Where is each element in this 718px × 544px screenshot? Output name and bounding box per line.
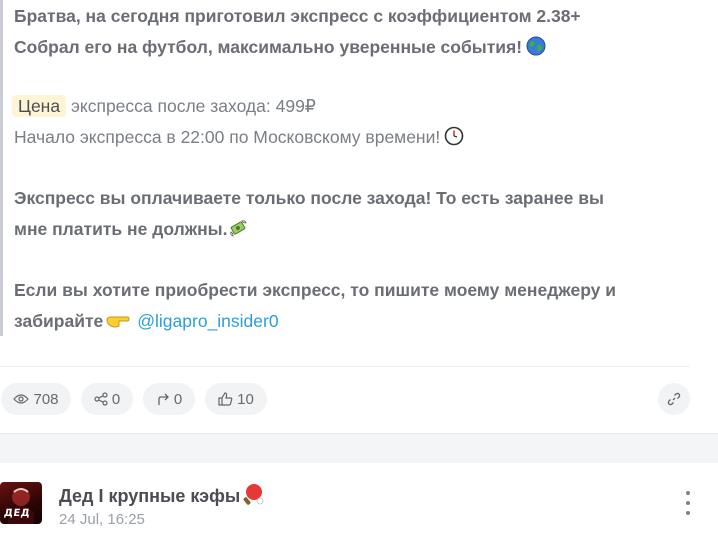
globe-icon bbox=[526, 36, 546, 56]
ping-pong-icon bbox=[242, 483, 264, 505]
more-options-icon[interactable] bbox=[680, 491, 696, 515]
price-line: Цена экспресса после захода: 499₽ bbox=[12, 95, 316, 117]
avatar-text: ДЕД bbox=[3, 508, 31, 519]
post-card: Братва, на сегодня приготовил экспресс с… bbox=[0, 0, 690, 440]
stats-divider bbox=[0, 366, 690, 367]
buy-line-2: забирайте @ligapro_insider0 bbox=[14, 310, 279, 331]
views-counter[interactable]: 708 bbox=[1, 383, 71, 415]
forwards-counter[interactable]: 0 bbox=[143, 383, 195, 415]
pay-line-1: Экспресс вы оплачиваете только после зах… bbox=[14, 188, 604, 208]
pay-line-2: мне платить не должны. bbox=[14, 218, 248, 240]
post-line-1: Братва, на сегодня приготовил экспресс с… bbox=[14, 6, 581, 26]
clock-icon bbox=[444, 126, 464, 146]
feed-separator bbox=[0, 433, 718, 464]
likes-counter[interactable]: 10 bbox=[205, 383, 267, 415]
next-post-header: ДЕД Дед I крупные кэфы 24 Jul, 16:25 bbox=[0, 463, 718, 544]
share-icon bbox=[94, 392, 108, 406]
shares-counter[interactable]: 0 bbox=[81, 383, 133, 415]
link-icon bbox=[667, 392, 681, 406]
pointing-hand-icon bbox=[105, 310, 131, 330]
channel-name[interactable]: Дед I крупные кэфы bbox=[59, 483, 264, 507]
price-highlight: Цена bbox=[12, 95, 67, 117]
thumbs-up-icon bbox=[218, 392, 233, 406]
post-date: 24 Jul, 16:25 bbox=[59, 511, 145, 528]
quote-bar bbox=[0, 0, 3, 336]
manager-link[interactable]: @ligapro_insider0 bbox=[137, 311, 278, 331]
copy-link-button[interactable] bbox=[658, 383, 690, 415]
post-line-2: Собрал его на футбол, максимально уверен… bbox=[14, 36, 546, 58]
buy-line-1: Если вы хотите приобрести экспресс, то п… bbox=[14, 280, 617, 300]
forward-icon bbox=[158, 393, 169, 405]
avatar[interactable]: ДЕД bbox=[0, 482, 42, 524]
start-time-line: Начало экспресса в 22:00 по Московскому … bbox=[14, 126, 464, 148]
eye-icon bbox=[13, 394, 30, 404]
money-wings-icon bbox=[228, 218, 248, 238]
